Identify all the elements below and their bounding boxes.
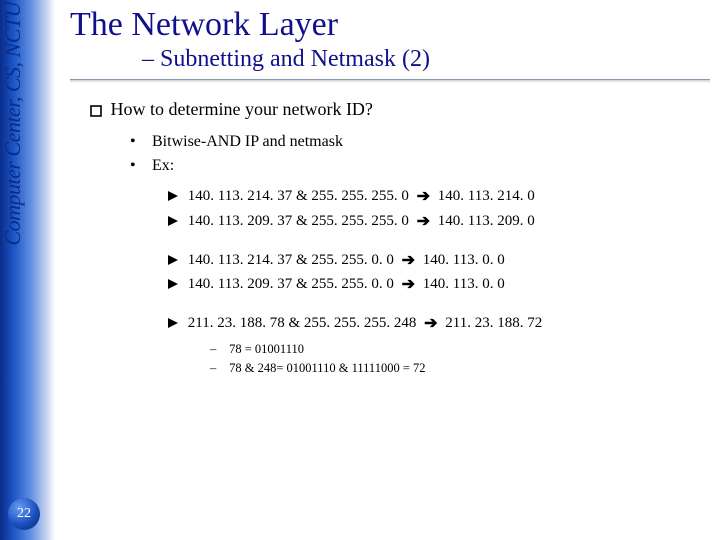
square-bullet-icon [90,101,106,122]
example-lhs: 140. 113. 209. 37 & 255. 255. 255. 0 [188,213,409,229]
detail-row: – 78 & 248= 01001110 & 11111000 = 72 [210,359,710,378]
detail-row: – 78 = 01001110 [210,340,710,359]
main-question-row: How to determine your network ID? [70,99,710,120]
example-row: 140. 113. 209. 37 & 255. 255. 0. 0 ➔ 140… [168,272,710,297]
example-rhs: 140. 113. 0. 0 [423,252,505,268]
triangle-bullet-icon [168,274,184,297]
detail-block: – 78 = 01001110 – 78 & 248= 01001110 & 1… [70,340,710,378]
example-lhs: 211. 23. 188. 78 & 255. 255. 255. 248 [188,315,417,331]
example-group-1: 140. 113. 214. 37 & 255. 255. 255. 0 ➔ 1… [70,184,710,234]
arrow-icon: ➔ [413,210,434,235]
example-lhs: 140. 113. 209. 37 & 255. 255. 0. 0 [188,276,394,292]
title-divider [70,77,710,85]
slide-title: The Network Layer [70,0,710,46]
example-row: 140. 113. 214. 37 & 255. 255. 0. 0 ➔ 140… [168,248,710,273]
sub-bullet-text: Ex: [152,157,174,174]
example-rhs: 140. 113. 209. 0 [438,213,535,229]
dash-bullet-icon: – [210,340,226,359]
example-row: 140. 113. 214. 37 & 255. 255. 255. 0 ➔ 1… [168,184,710,209]
example-lhs: 140. 113. 214. 37 & 255. 255. 0. 0 [188,252,394,268]
page-number-badge: 22 [8,498,40,530]
example-rhs: 211. 23. 188. 72 [445,315,542,331]
dot-bullet-icon: • [130,154,148,178]
example-rhs: 140. 113. 0. 0 [423,276,505,292]
triangle-bullet-icon [168,313,184,336]
dot-bullet-icon: • [130,130,148,154]
example-group-3: 211. 23. 188. 78 & 255. 255. 255. 248 ➔ … [70,311,710,336]
triangle-bullet-icon [168,250,184,273]
example-rhs: 140. 113. 214. 0 [438,188,535,204]
slide-content: The Network Layer – Subnetting and Netma… [70,0,710,377]
detail-text: 78 & 248= 01001110 & 11111000 = 72 [229,361,425,375]
example-group-2: 140. 113. 214. 37 & 255. 255. 0. 0 ➔ 140… [70,248,710,298]
arrow-icon: ➔ [398,273,419,298]
example-row: 211. 23. 188. 78 & 255. 255. 255. 248 ➔ … [168,311,710,336]
sub-bullet-row: • Ex: [130,154,710,178]
triangle-bullet-icon [168,211,184,234]
slide-subtitle: – Subnetting and Netmask (2) [70,46,710,77]
example-row: 140. 113. 209. 37 & 255. 255. 255. 0 ➔ 1… [168,209,710,234]
example-lhs: 140. 113. 214. 37 & 255. 255. 255. 0 [188,188,409,204]
dash-bullet-icon: – [210,359,226,378]
arrow-icon: ➔ [398,249,419,274]
triangle-bullet-icon [168,186,184,209]
sub-bullet-text: Bitwise-AND IP and netmask [152,133,343,150]
main-question-text: How to determine your network ID? [111,99,373,119]
detail-text: 78 = 01001110 [229,342,304,356]
arrow-icon: ➔ [413,185,434,210]
org-vertical-label: Computer Center, CS, NCTU [0,2,26,246]
left-rail: Computer Center, CS, NCTU [0,0,55,540]
sub-bullet-row: • Bitwise-AND IP and netmask [130,130,710,154]
arrow-icon: ➔ [420,312,441,337]
